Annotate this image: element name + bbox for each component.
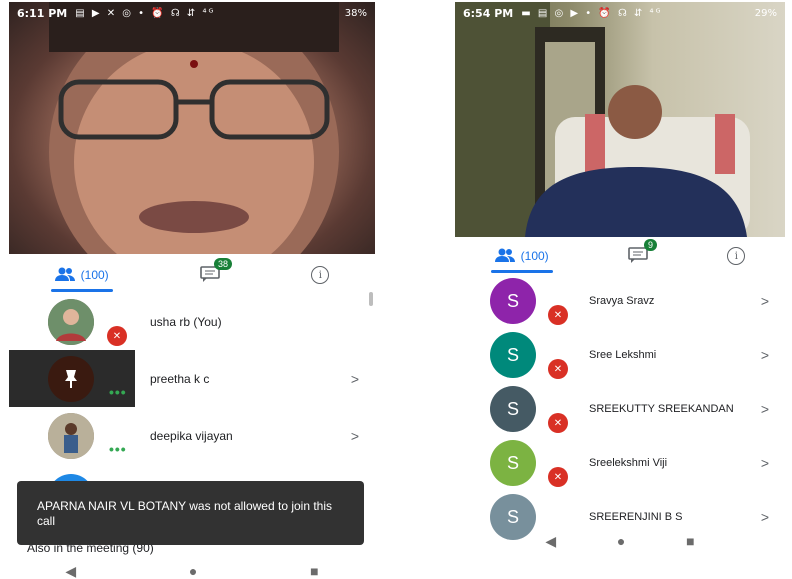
home-icon[interactable]: ● [617,533,625,549]
mic-off-icon: ✕ [107,326,127,346]
home-icon[interactable]: ● [189,563,197,579]
people-count: (100) [520,249,549,263]
recents-icon[interactable]: ■ [686,533,694,549]
speaker-face-illustration [49,2,339,254]
right-phone-screen: 6:54 PM ▬ ▤ ◎ ▶ • ⏰ ☊ ⇵ ⁴ᴳ 29% (100) 9 i… [455,2,785,562]
tab-people[interactable]: (100) [50,267,113,292]
battery-level: 38% [344,7,367,19]
status-bar: 6:54 PM ▬ ▤ ◎ ▶ • ⏰ ☊ ⇵ ⁴ᴳ 29% [455,2,785,24]
speaker-video-feed [9,2,375,254]
participant-name: Sreelekshmi Viji [589,457,668,469]
people-count: (100) [80,268,109,282]
tab-info[interactable]: i [727,247,746,265]
participant-name: deepika vijayan [150,428,233,443]
pin-icon [65,369,77,388]
speaker-video-feed [455,2,785,237]
participant-name: preetha k c [150,371,210,386]
status-time: 6:54 PM [463,6,514,20]
info-icon: i [727,247,746,265]
more-dots-icon: ••• [109,384,127,400]
avatar: S [490,440,536,486]
chevron-right-icon[interactable]: > [761,401,769,417]
scrollbar[interactable] [369,292,373,306]
meeting-tabs: (100) 9 i [455,238,785,273]
avatar: S [490,386,536,432]
more-dots-icon: ••• [109,441,127,457]
chevron-right-icon[interactable]: > [761,293,769,309]
chevron-right-icon[interactable]: > [761,347,769,363]
participant-name: Sree Lekshmi [589,349,657,361]
participant-name: usha rb (You) [150,314,222,329]
avatar [48,412,94,459]
participant-row[interactable]: S ✕ Sree Lekshmi > [455,328,785,382]
chat-badge: 38 [214,257,233,270]
participant-name: SREERENJINI B S [589,511,683,523]
info-icon: i [311,266,330,284]
back-icon[interactable]: ◀ [545,533,556,550]
pin-avatar [48,355,94,402]
status-bar: 6:11 PM ▤ ▶ ✕ ◎ • ⏰ ☊ ⇵ ⁴ᴳ 38% [9,2,375,24]
status-time: 6:11 PM [17,6,68,20]
back-icon[interactable]: ◀ [65,563,76,579]
participant-row[interactable]: S ✕ SREEKUTTY SREEKANDAN > [455,382,785,436]
participant-name: Sravya Sravz [589,295,655,307]
chevron-right-icon[interactable]: > [351,428,359,444]
people-icon [54,267,75,284]
snackbar-message: APARNA NAIR VL BOTANY was not allowed to… [17,481,364,545]
system-nav-bar: ◀ ● ■ [455,528,785,554]
avatar: S [490,278,536,324]
mic-off-icon: ✕ [548,305,568,325]
tab-info[interactable]: i [311,266,330,284]
tab-chat[interactable]: 38 [200,257,233,285]
mic-off-icon: ✕ [548,359,568,379]
recents-icon[interactable]: ■ [310,563,318,579]
chat-badge: 9 [644,238,658,251]
meeting-tabs: (100) 38 i [9,257,375,292]
avatar [48,298,94,345]
left-phone-screen: 6:11 PM ▤ ▶ ✕ ◎ • ⏰ ☊ ⇵ ⁴ᴳ 38% (100) 38 … [9,2,375,579]
system-nav-bar: ◀ ● ■ [9,562,375,579]
chevron-right-icon[interactable]: > [761,509,769,525]
mic-off-icon: ✕ [548,467,568,487]
battery-level: 29% [754,7,777,19]
participant-row[interactable]: ✕ usha rb (You) [9,293,375,350]
mic-off-icon: ✕ [548,413,568,433]
participant-row[interactable]: ••• deepika vijayan > [9,407,375,464]
participant-list: S ✕ Sravya Sravz > S ✕ Sree Lekshmi > S … [455,274,785,544]
tab-people[interactable]: (100) [490,248,553,273]
participant-name: SREEKUTTY SREEKANDAN [589,403,734,415]
avatar: S [490,332,536,378]
chevron-right-icon[interactable]: > [761,455,769,471]
participant-row[interactable]: S ✕ Sravya Sravz > [455,274,785,328]
people-icon [494,248,515,265]
tab-chat[interactable]: 9 [628,238,658,266]
chevron-right-icon[interactable]: > [351,371,359,387]
participant-row[interactable]: S ✕ Sreelekshmi Viji > [455,436,785,490]
participant-row[interactable]: ••• preetha k c > [9,350,375,407]
status-icons: ▬ ▤ ◎ ▶ • ⏰ ☊ ⇵ ⁴ᴳ [521,7,663,19]
status-icons: ▤ ▶ ✕ ◎ • ⏰ ☊ ⇵ ⁴ᴳ [75,7,216,19]
speaker-room-illustration [455,2,750,237]
